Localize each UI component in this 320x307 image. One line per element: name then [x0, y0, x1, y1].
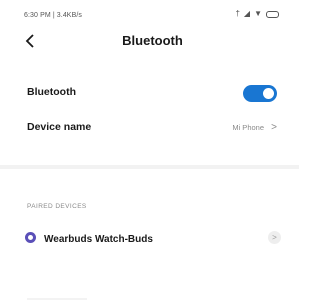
bluetooth-toggle[interactable] [243, 85, 277, 102]
chevron-right-icon: > [271, 122, 277, 133]
device-name-label: Device name [27, 121, 92, 133]
section-divider [0, 165, 299, 169]
wifi-icon: ▼ [254, 9, 262, 18]
bluetooth-status-icon: † [235, 9, 240, 18]
bluetooth-toggle-row[interactable]: Bluetooth [0, 76, 299, 110]
paired-devices-heading: PAIRED DEVICES [27, 203, 87, 210]
signal-icon: ◢ [243, 9, 251, 18]
status-bar: 6:30 PM | 3.4KB/s † ◢ ▼ [0, 0, 299, 26]
header: Bluetooth [0, 26, 299, 58]
bluetooth-device-icon [25, 232, 36, 243]
paired-device-row[interactable]: Wearbuds Watch-Buds > [0, 222, 299, 256]
status-icons: † ◢ ▼ [235, 10, 279, 18]
page-title: Bluetooth [122, 33, 183, 48]
paired-device-name: Wearbuds Watch-Buds [44, 234, 153, 245]
bluetooth-settings-screen: 6:30 PM | 3.4KB/s † ◢ ▼ Bluetooth Blueto… [0, 0, 299, 307]
battery-icon [266, 10, 279, 18]
toggle-knob [263, 88, 274, 99]
faded-section-heading [27, 298, 87, 300]
device-name-value: Mi Phone [232, 123, 264, 132]
device-details-icon[interactable]: > [268, 231, 281, 244]
status-time: 6:30 PM | 3.4KB/s [24, 12, 82, 19]
bluetooth-label: Bluetooth [27, 86, 76, 98]
device-name-row[interactable]: Device name Mi Phone > [0, 111, 299, 145]
